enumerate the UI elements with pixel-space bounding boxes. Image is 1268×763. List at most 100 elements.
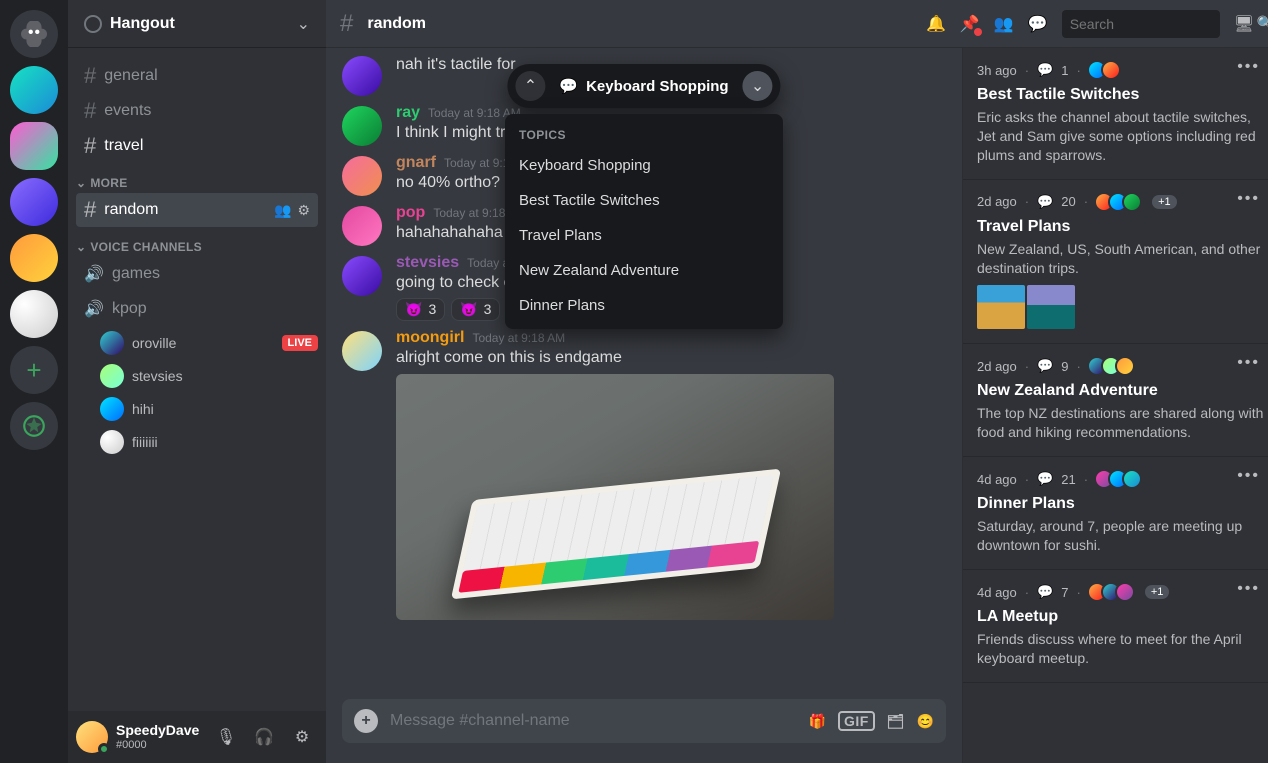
chevron-down-icon: ⌄ <box>76 176 86 190</box>
invite-icon[interactable]: 👥 <box>274 202 291 219</box>
channel-sidebar: Hangout ⌄ #general #events #travel ⌄MORE… <box>68 0 326 763</box>
gif-button[interactable]: GIF <box>838 711 875 731</box>
user-panel: SpeedyDave #0000 🎙 🎧 ⚙ <box>68 711 326 763</box>
avatar[interactable] <box>342 206 382 246</box>
reaction[interactable]: 😈3 <box>451 298 500 321</box>
voice-channel-games[interactable]: 🔊 games <box>76 257 318 291</box>
topic-next-button[interactable]: ⌄ <box>743 71 773 101</box>
message-composer[interactable]: + Message #channel-name 🎁 GIF 🗂 😊 <box>342 699 946 743</box>
deafen-button[interactable]: 🎧 <box>248 721 280 753</box>
thread-more-button[interactable]: ••• <box>1237 354 1260 372</box>
search-box[interactable]: 🔍 <box>1062 10 1220 38</box>
voice-user[interactable]: orovilleLIVE <box>100 327 318 359</box>
avatar[interactable] <box>76 721 108 753</box>
server-item[interactable] <box>10 290 58 338</box>
sticker-icon[interactable]: 🗂 <box>887 713 905 730</box>
avatar[interactable] <box>342 106 382 146</box>
thread-time: 3h ago <box>977 63 1017 78</box>
topic-prev-button[interactable]: ⌃ <box>515 71 545 101</box>
avatar <box>1115 356 1135 376</box>
server-name: Hangout <box>110 15 297 33</box>
message-author[interactable]: gnarf <box>396 154 436 172</box>
search-input[interactable] <box>1070 16 1251 32</box>
avatar[interactable] <box>342 331 382 371</box>
category-voice[interactable]: ⌄VOICE CHANNELS <box>68 228 326 256</box>
topic-item[interactable]: Keyboard Shopping <box>505 148 783 183</box>
home-button[interactable] <box>10 10 58 58</box>
message-text: I think I might try <box>396 122 521 144</box>
threads-icon[interactable]: 💬 <box>1028 14 1048 34</box>
thread-title: Travel Plans <box>977 218 1268 236</box>
server-item[interactable] <box>10 66 58 114</box>
category-more[interactable]: ⌄MORE <box>68 164 326 192</box>
avatar <box>1101 60 1121 80</box>
explore-button[interactable] <box>10 402 58 450</box>
thread-description: Friends discuss where to meet for the Ap… <box>977 630 1268 668</box>
channel-travel[interactable]: #travel <box>76 129 318 163</box>
hash-icon: # <box>84 98 96 124</box>
thread-more-button[interactable]: ••• <box>1237 467 1260 485</box>
voice-channel-kpop[interactable]: 🔊 kpop <box>76 292 318 326</box>
topic-dropdown: TOPICS Keyboard Shopping Best Tactile Sw… <box>505 114 783 329</box>
voice-user[interactable]: stevsies <box>100 360 318 392</box>
thread-more-button[interactable]: ••• <box>1237 58 1260 76</box>
pinned-icon[interactable]: 📌 <box>960 14 980 34</box>
gift-icon[interactable]: 🎁 <box>809 713 826 730</box>
message-author[interactable]: ray <box>396 104 420 122</box>
notifications-icon[interactable]: 🔔 <box>926 14 946 34</box>
status-online-icon <box>98 743 110 755</box>
thread-card[interactable]: 2d ago·💬20·+1•••Travel PlansNew Zealand,… <box>963 180 1268 345</box>
comment-icon: 💬 <box>1037 62 1053 78</box>
message-attachment-image[interactable] <box>396 374 834 620</box>
thread-card[interactable]: 3h ago·💬1·•••Best Tactile SwitchesEric a… <box>963 48 1268 180</box>
reaction[interactable]: 😈3 <box>396 298 445 321</box>
channel-topbar: # random 🔔 📌 👥 💬 🔍 🖥 <box>326 0 1268 48</box>
composer-placeholder: Message #channel-name <box>390 712 797 730</box>
topic-item[interactable]: Best Tactile Switches <box>505 183 783 218</box>
gear-icon[interactable]: ⚙ <box>297 202 310 219</box>
topic-item[interactable]: Travel Plans <box>505 218 783 253</box>
server-item[interactable] <box>10 234 58 282</box>
message: moongirlToday at 9:18 AMalright come on … <box>342 323 946 623</box>
attach-button[interactable]: + <box>354 709 378 733</box>
topic-item[interactable]: New Zealand Adventure <box>505 253 783 288</box>
thread-card[interactable]: 4d ago·💬21·•••Dinner PlansSaturday, arou… <box>963 457 1268 570</box>
avatar[interactable] <box>342 56 382 96</box>
emoji-icon[interactable]: 😊 <box>917 713 934 730</box>
message-author[interactable]: stevsies <box>396 254 459 272</box>
channel-random[interactable]: # random 👥 ⚙ <box>76 193 318 227</box>
server-item[interactable] <box>10 178 58 226</box>
message-author[interactable]: moongirl <box>396 329 464 347</box>
avatar[interactable] <box>342 156 382 196</box>
message-author[interactable]: pop <box>396 204 425 222</box>
voice-user[interactable]: hihi <box>100 393 318 425</box>
thread-card[interactable]: 4d ago·💬7·+1•••LA MeetupFriends discuss … <box>963 570 1268 683</box>
thread-more-button[interactable]: ••• <box>1237 580 1260 598</box>
add-server-button[interactable]: + <box>10 346 58 394</box>
thread-reply-count: 7 <box>1061 585 1068 600</box>
live-badge: LIVE <box>282 335 318 351</box>
channel-general[interactable]: #general <box>76 59 318 93</box>
settings-button[interactable]: ⚙ <box>286 721 318 753</box>
topic-current[interactable]: 💬 Keyboard Shopping <box>553 77 734 95</box>
server-header[interactable]: Hangout ⌄ <box>68 0 326 48</box>
speaker-icon: 🔊 <box>84 299 104 319</box>
thread-title: New Zealand Adventure <box>977 382 1268 400</box>
thread-reply-count: 1 <box>1061 63 1068 78</box>
thread-more-button[interactable]: ••• <box>1237 190 1260 208</box>
thread-card[interactable]: 2d ago·💬9·•••New Zealand AdventureThe to… <box>963 344 1268 457</box>
thread-description: The top NZ destinations are shared along… <box>977 404 1268 442</box>
avatar[interactable] <box>342 256 382 296</box>
channel-events[interactable]: #events <box>76 94 318 128</box>
members-icon[interactable]: 👥 <box>994 14 1014 34</box>
user-name: SpeedyDave <box>116 723 199 738</box>
comment-icon: 💬 <box>1037 471 1053 487</box>
mute-button[interactable]: 🎙 <box>210 721 242 753</box>
inbox-icon[interactable]: 🖥 <box>1234 14 1254 34</box>
server-list: + <box>0 0 68 763</box>
message-text: going to check o <box>396 272 523 294</box>
server-item-active[interactable] <box>10 122 58 170</box>
topic-item[interactable]: Dinner Plans <box>505 288 783 323</box>
voice-user[interactable]: fiiiiiii <box>100 426 318 458</box>
thread-time: 2d ago <box>977 194 1017 209</box>
